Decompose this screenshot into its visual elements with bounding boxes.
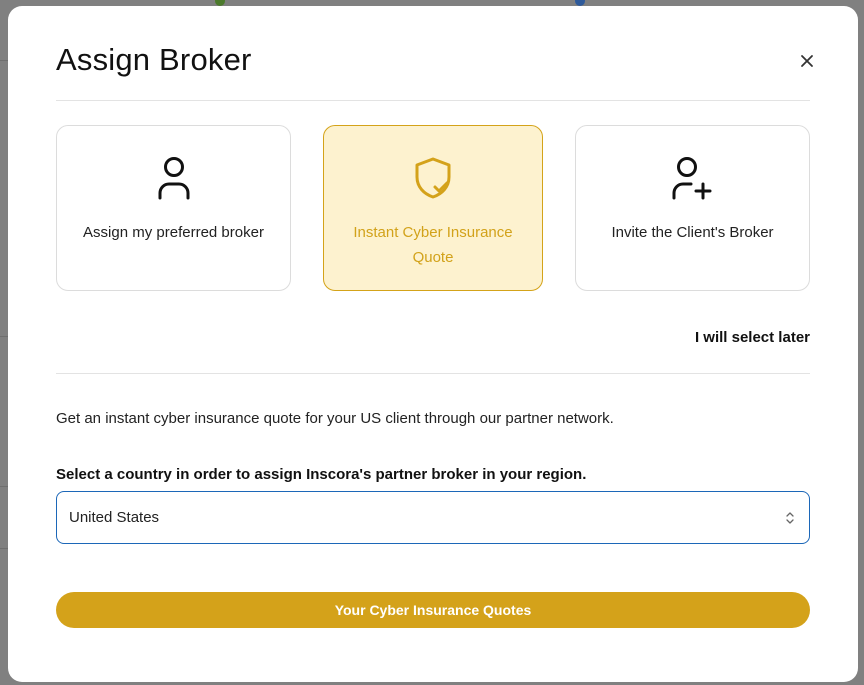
backdrop-divider <box>0 336 8 337</box>
backdrop-divider <box>0 548 8 549</box>
user-icon <box>158 157 189 200</box>
assign-broker-modal: Assign Broker Assign my preferred broker… <box>8 6 858 682</box>
option-label: Invite the Client's Broker <box>611 224 774 241</box>
option-assign-preferred-broker[interactable]: Assign my preferred broker <box>56 125 291 291</box>
option-instant-cyber-quote[interactable]: Instant Cyber Insurance Quote <box>323 125 543 291</box>
country-select-value: United States <box>69 509 160 526</box>
section-divider <box>56 373 810 374</box>
quote-description: Get an instant cyber insurance quote for… <box>56 410 614 427</box>
select-later-link[interactable]: I will select later <box>56 329 810 351</box>
option-invite-client-broker[interactable]: Invite the Client's Broker <box>575 125 810 291</box>
broker-options: Assign my preferred broker Instant Cyber… <box>56 125 810 295</box>
country-select[interactable]: United States <box>56 491 810 544</box>
user-plus-icon <box>672 157 711 200</box>
shield-check-icon <box>415 157 451 199</box>
cyber-insurance-quotes-button[interactable]: Your Cyber Insurance Quotes <box>56 592 810 628</box>
option-label: Instant Cyber Insurance Quote <box>353 224 513 266</box>
option-label: Assign my preferred broker <box>83 224 264 241</box>
backdrop-divider <box>0 60 8 61</box>
country-field-label: Select a country in order to assign Insc… <box>56 466 587 483</box>
modal-title: Assign Broker <box>56 42 252 77</box>
close-button[interactable] <box>796 50 818 72</box>
chevron-up-down-icon <box>786 512 794 524</box>
modal-header: Assign Broker <box>56 6 813 101</box>
close-icon <box>801 55 813 67</box>
backdrop-divider <box>0 486 8 487</box>
